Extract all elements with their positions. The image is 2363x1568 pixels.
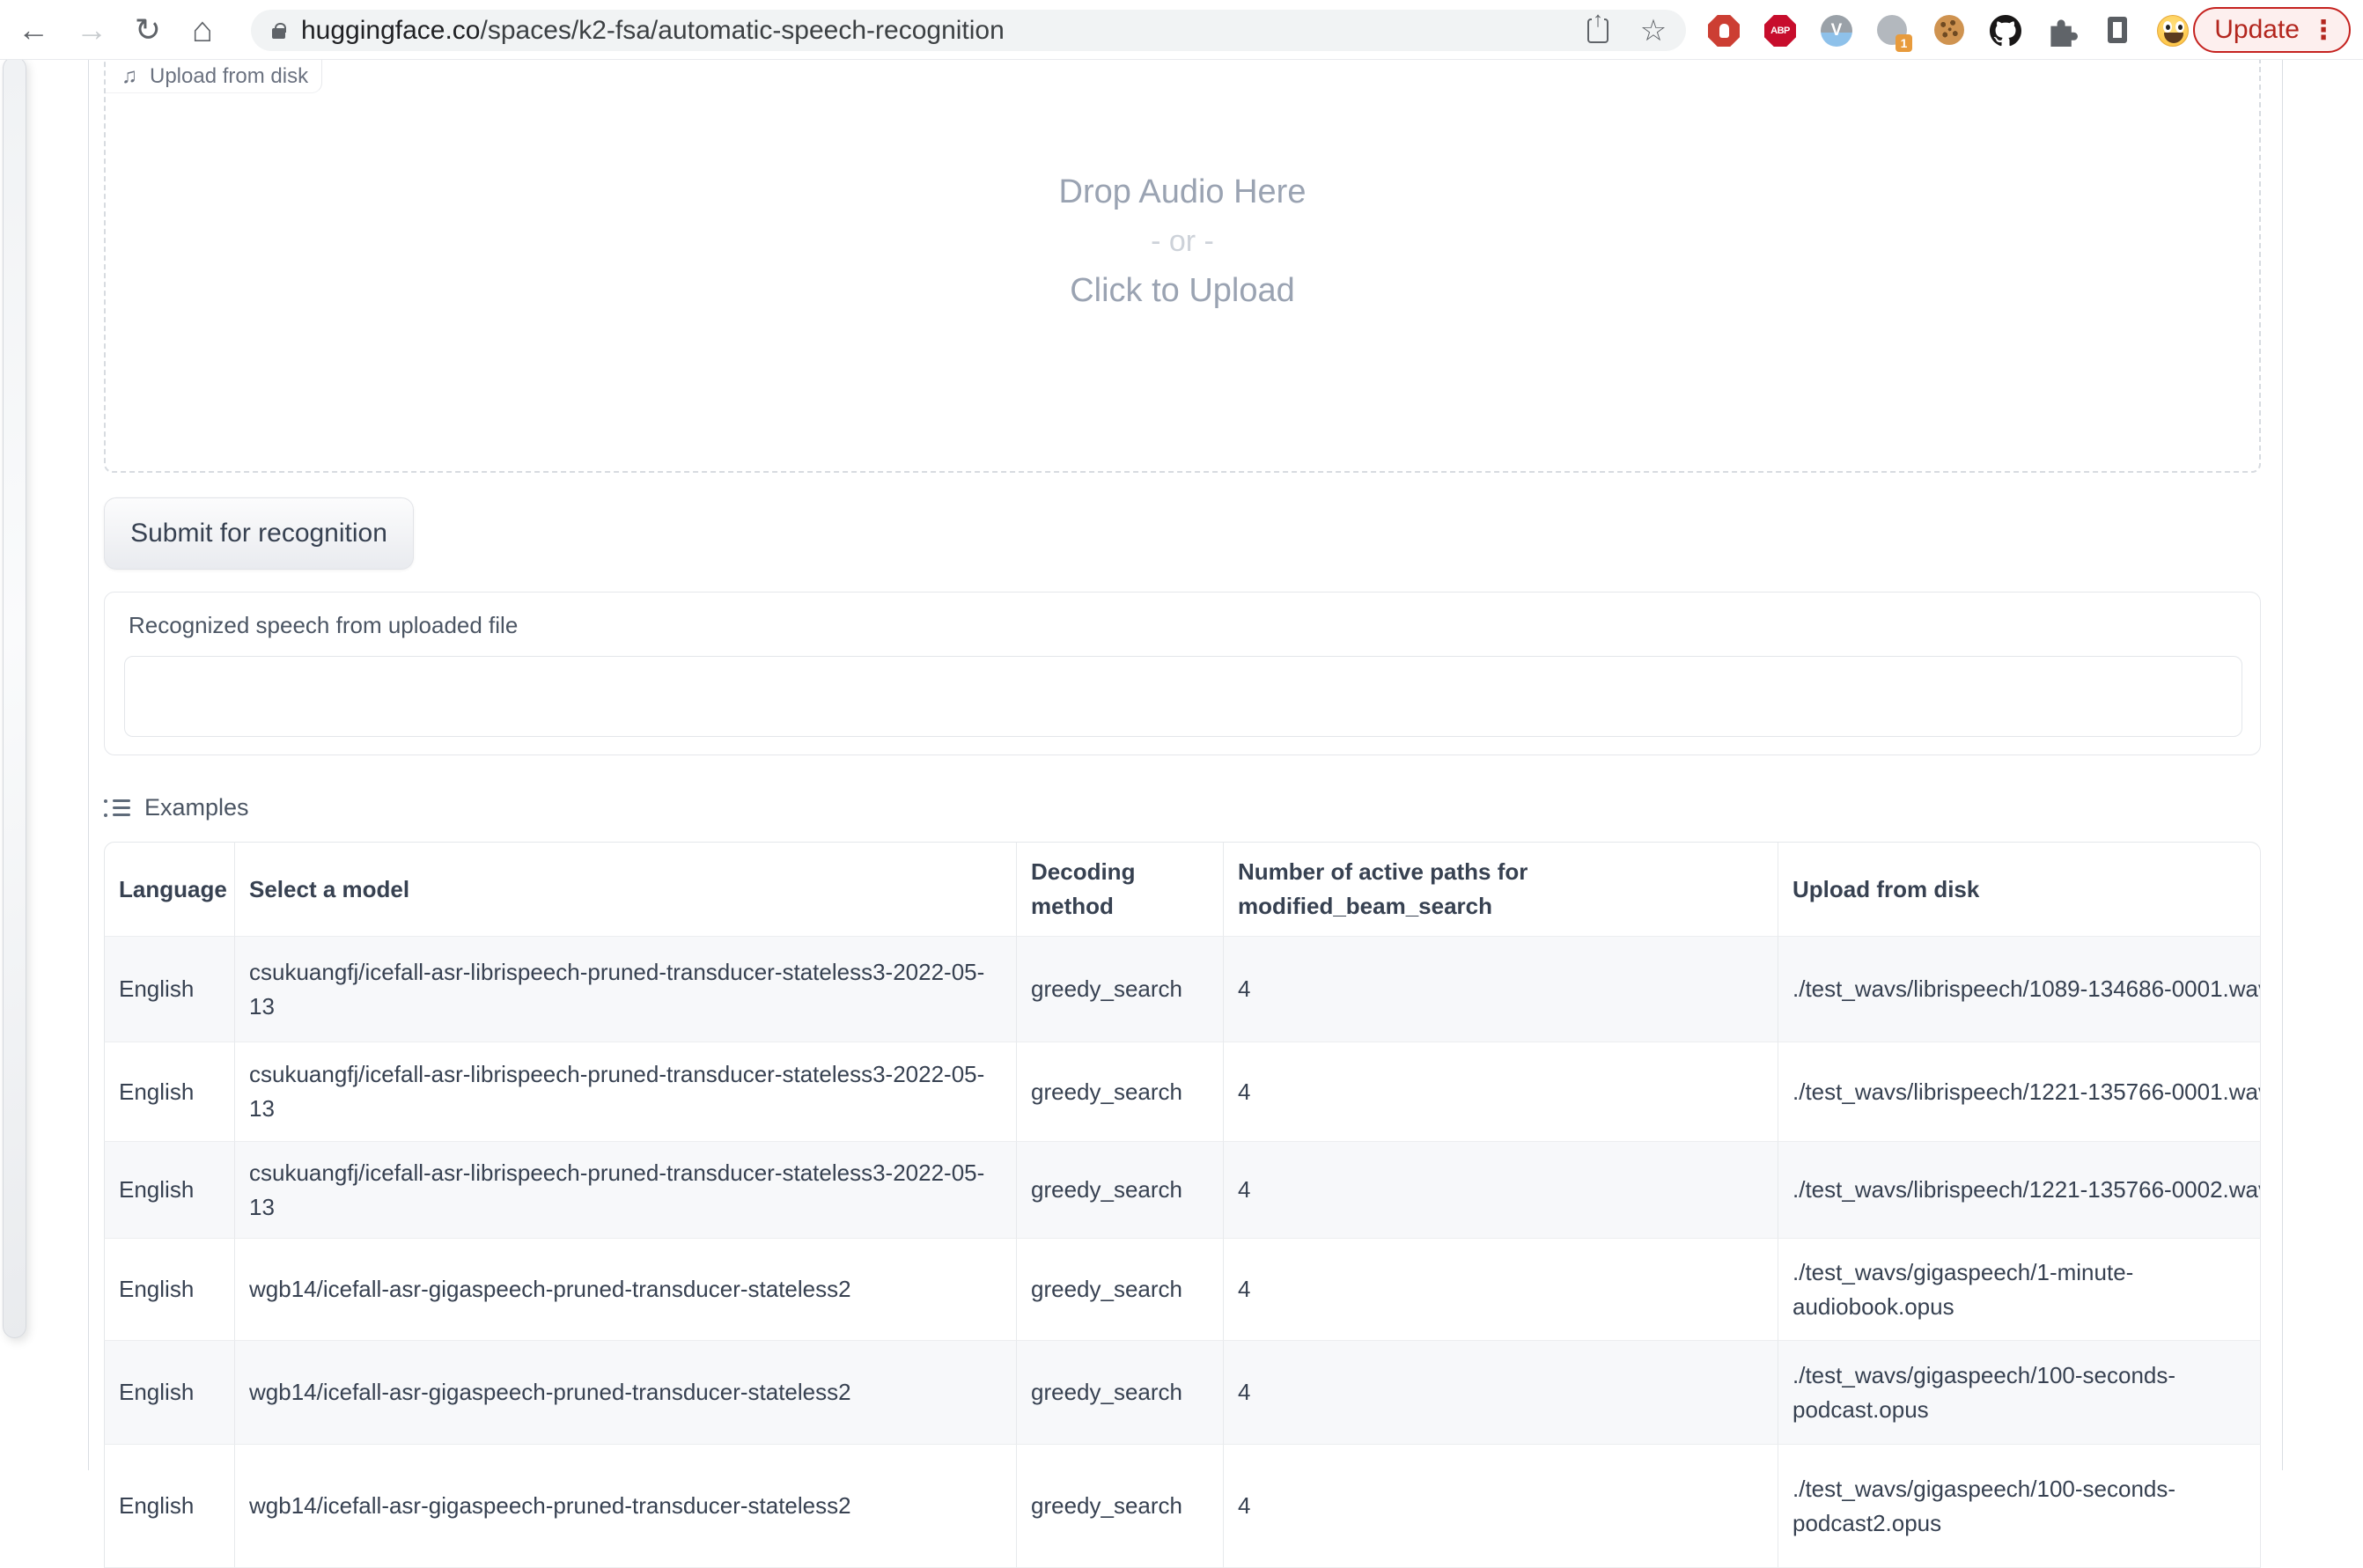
left-card-edge [3,56,26,1338]
abp-extension-icon[interactable]: ABP [1764,15,1796,47]
drop-audio-text: Drop Audio Here [106,167,2259,217]
table-row[interactable]: Englishcsukuangfj/icefall-asr-librispeec… [104,937,2261,1042]
tab-upload-from-disk[interactable]: ♫ Upload from disk [106,60,322,93]
tab-label: Upload from disk [150,64,308,89]
home-button[interactable]: ⌂ [178,0,227,60]
submit-for-recognition-button[interactable]: Submit for recognition [104,497,414,570]
table-row[interactable]: Englishwgb14/icefall-asr-gigaspeech-prun… [104,1341,2261,1445]
notifier-extension-icon[interactable]: 1 [1877,15,1909,47]
reader-extension-icon[interactable] [2102,15,2134,47]
table-row[interactable]: Englishcsukuangfj/icefall-asr-librispeec… [104,1042,2261,1142]
github-extension-icon[interactable] [1990,15,2021,47]
output-textbox[interactable] [124,656,2242,737]
vimium-extension-icon[interactable]: V [1821,15,1852,47]
chrome-update-button[interactable]: Update ⋮ [2193,7,2351,53]
share-icon[interactable]: ↑ [1576,10,1620,51]
output-label: Recognized speech from uploaded file [129,612,518,639]
address-bar[interactable]: huggingface.co/spaces/k2-fsa/automatic-s… [251,10,1686,51]
column-header: Select a model [235,842,1017,937]
forward-button[interactable]: → [67,0,116,60]
table-row[interactable]: Englishwgb14/icefall-asr-gigaspeech-prun… [104,1239,2261,1341]
output-panel: Recognized speech from uploaded file [104,592,2261,755]
list-icon [104,799,130,817]
table-row[interactable]: Englishcsukuangfj/icefall-asr-librispeec… [104,1142,2261,1239]
adblock-extension-icon[interactable] [1708,15,1740,47]
column-header: Upload from disk [1778,842,2261,937]
url-text[interactable]: huggingface.co/spaces/k2-fsa/automatic-s… [301,16,1005,46]
column-header: Language [104,842,235,937]
app-right-border [2282,60,2283,1470]
url-domain: huggingface.co [301,16,481,45]
or-text: - or - [106,217,2259,266]
examples-table-body: Englishcsukuangfj/icefall-asr-librispeec… [104,937,2261,1568]
table-row[interactable]: Englishwgb14/icefall-asr-gigaspeech-prun… [104,1445,2261,1568]
app-left-border [88,60,89,1470]
browser-toolbar: ← → ↻ ⌂ huggingface.co/spaces/k2-fsa/aut… [0,0,2363,60]
music-note-icon: ♫ [121,64,137,89]
column-header: Decoding method [1017,842,1224,937]
extensions-puzzle-icon[interactable] [2046,15,2078,47]
examples-table: LanguageSelect a modelDecoding methodNum… [104,842,2261,1568]
examples-label: Examples [144,794,249,821]
reload-button[interactable]: ↻ [123,0,173,60]
extension-badge: 1 [1896,34,1912,52]
browser-menu-icon: ⋮ [2310,15,2337,46]
click-to-upload-text: Click to Upload [106,266,2259,315]
lock-icon [272,28,285,39]
back-button[interactable]: ← [9,0,58,60]
cookie-extension-icon[interactable] [1934,15,1966,47]
examples-header: Examples [104,794,249,821]
examples-table-head: LanguageSelect a modelDecoding methodNum… [104,842,2261,937]
smiley-extension-icon[interactable] [2157,15,2189,47]
column-header: Number of active paths for modified_beam… [1224,842,1778,937]
url-path: /spaces/k2-fsa/automatic-speech-recognit… [481,16,1005,45]
audio-dropzone[interactable]: Drop Audio Here - or - Click to Upload [104,35,2261,473]
bookmark-star-icon[interactable]: ☆ [1631,10,1675,51]
